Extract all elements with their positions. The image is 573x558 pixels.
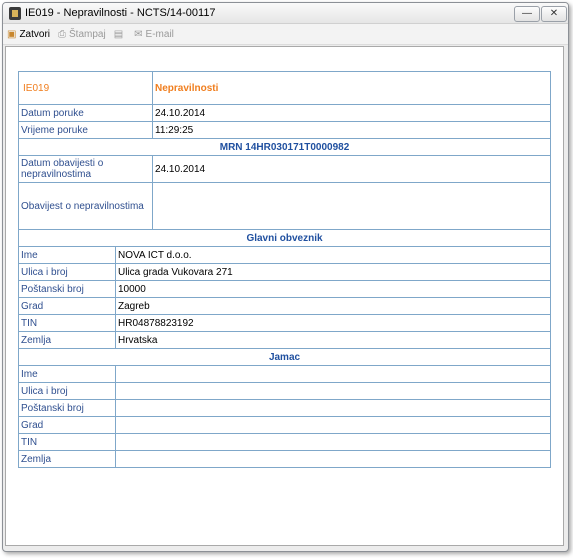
- jamac-tin-value: [114, 433, 552, 451]
- vrijeme-poruke-value: 11:29:25: [152, 121, 552, 139]
- mrn-heading: MRN 14HR030171T0000982: [17, 138, 552, 156]
- report-content: IE019 Nepravilnosti Datum poruke 24.10.2…: [5, 46, 564, 546]
- datum-poruke-label: Datum poruke: [17, 104, 154, 122]
- title-bar[interactable]: IE019 - Nepravilnosti - NCTS/14-00117 — …: [3, 3, 568, 24]
- datum-poruke-value: 24.10.2014: [152, 104, 552, 122]
- toolbar: ▣ Zatvori ⎙ Štampaj ▤ ✉ E-mail: [3, 24, 568, 45]
- export-button[interactable]: ▤: [114, 29, 126, 40]
- report-window: IE019 - Nepravilnosti - NCTS/14-00117 — …: [2, 2, 569, 552]
- minimize-button[interactable]: —: [514, 6, 540, 22]
- message-code: IE019: [17, 71, 154, 105]
- email-button[interactable]: ✉ E-mail: [134, 29, 174, 40]
- close-button[interactable]: ▣ Zatvori: [7, 29, 50, 40]
- glavni-zemlja-label: Zemlja: [18, 331, 116, 349]
- jamac-ime-label: Ime: [18, 365, 116, 383]
- document-icon: ▤: [113, 28, 124, 40]
- glavni-tin-label: TIN: [18, 314, 116, 332]
- obavijest-label: Obavijest o nepravilnostima: [17, 182, 154, 230]
- glavni-tin-value: HR04878823192: [114, 314, 552, 332]
- jamac-zemlja-value: [114, 450, 552, 468]
- report-title: Nepravilnosti: [152, 71, 552, 105]
- glavni-postanski-value: 10000: [114, 280, 552, 298]
- jamac-ime-value: [114, 365, 552, 383]
- vrijeme-poruke-label: Vrijeme poruke: [17, 121, 154, 139]
- glavni-grad-value: Zagreb: [114, 297, 552, 315]
- jamac-ulica-label: Ulica i broj: [18, 382, 116, 400]
- jamac-grad-label: Grad: [18, 416, 116, 434]
- app-icon: [9, 6, 21, 20]
- email-icon: ✉: [134, 28, 143, 40]
- glavni-ulica-value: Ulica grada Vukovara 271: [114, 263, 552, 281]
- datum-obavijesti-label: Datum obavijesti o nepravilnostima: [17, 155, 154, 183]
- glavni-postanski-label: Poštanski broj: [18, 280, 116, 298]
- jamac-heading: Jamac: [17, 348, 552, 366]
- glavni-grad-label: Grad: [18, 297, 116, 315]
- glavni-ime-value: NOVA ICT d.o.o.: [114, 246, 552, 264]
- jamac-tin-label: TIN: [18, 433, 116, 451]
- jamac-ulica-value: [114, 382, 552, 400]
- glavni-ulica-label: Ulica i broj: [18, 263, 116, 281]
- close-window-button[interactable]: ✕: [541, 6, 567, 22]
- jamac-grad-value: [114, 416, 552, 434]
- printer-icon: ⎙: [58, 28, 67, 40]
- jamac-postanski-label: Poštanski broj: [18, 399, 116, 417]
- close-label: Zatvori: [19, 28, 51, 40]
- window-title: IE019 - Nepravilnosti - NCTS/14-00117: [25, 7, 216, 19]
- obavijest-value: [152, 182, 552, 230]
- glavni-ime-label: Ime: [18, 246, 116, 264]
- glavni-zemlja-value: Hrvatska: [114, 331, 552, 349]
- print-label: Štampaj: [69, 28, 106, 40]
- glavni-obveznik-heading: Glavni obveznik: [17, 229, 552, 247]
- print-button[interactable]: ⎙ Štampaj: [58, 29, 106, 40]
- jamac-zemlja-label: Zemlja: [18, 450, 116, 468]
- report-table: IE019 Nepravilnosti Datum poruke 24.10.2…: [17, 71, 552, 468]
- jamac-postanski-value: [114, 399, 552, 417]
- email-label: E-mail: [145, 28, 174, 40]
- close-doc-icon: ▣: [7, 28, 17, 40]
- datum-obavijesti-value: 24.10.2014: [152, 155, 552, 183]
